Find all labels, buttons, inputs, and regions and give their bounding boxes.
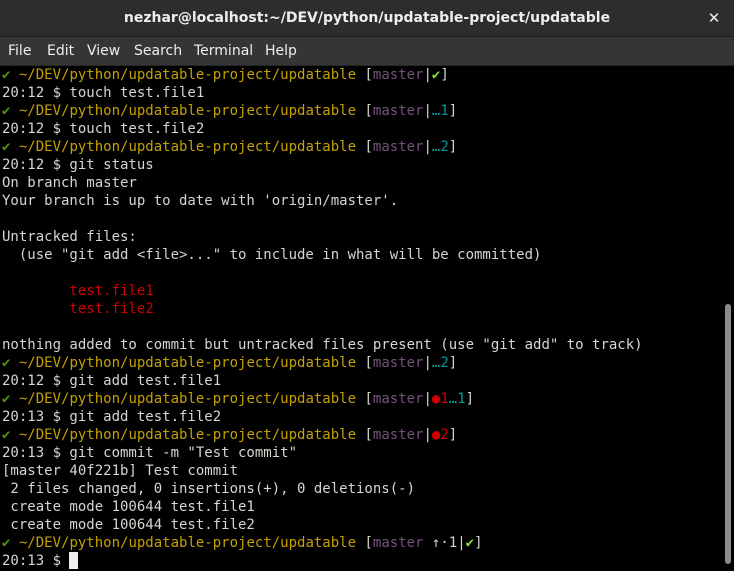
menu-help[interactable]: Help: [265, 37, 297, 65]
command-line: 20:13 $ git commit -m "Test commit": [2, 445, 298, 461]
menu-bar: File Edit View Search Terminal Help: [0, 37, 734, 66]
prompt-line: ✔ ~/DEV/python/updatable-project/updatab…: [2, 391, 475, 407]
command-line: 20:12 $ git add test.file1: [2, 373, 222, 389]
untracked-file: test.file2: [2, 301, 154, 317]
command-line: 20:12 $ touch test.file2: [2, 121, 205, 137]
menu-file[interactable]: File: [8, 37, 31, 65]
prompt-line: ✔ ~/DEV/python/updatable-project/updatab…: [2, 103, 458, 119]
close-icon[interactable]: ✕: [702, 6, 726, 30]
prompt-line: ✔ ~/DEV/python/updatable-project/updatab…: [2, 355, 458, 371]
menu-search[interactable]: Search: [134, 37, 182, 65]
menu-terminal[interactable]: Terminal: [194, 37, 253, 65]
command-line: 20:13 $ git add test.file2: [2, 409, 222, 425]
command-line: 20:12 $ git status: [2, 157, 154, 173]
output-line: create mode 100644 test.file1: [2, 499, 255, 515]
output-line: Your branch is up to date with 'origin/m…: [2, 193, 399, 209]
terminal-output[interactable]: ✔ ~/DEV/python/updatable-project/updatab…: [0, 66, 722, 571]
prompt-line: ✔ ~/DEV/python/updatable-project/updatab…: [2, 427, 458, 443]
output-line: nothing added to commit but untracked fi…: [2, 337, 643, 353]
output-line: [master 40f221b] Test commit: [2, 463, 239, 479]
command-line[interactable]: 20:13 $: [2, 552, 79, 570]
output-line: 2 files changed, 0 insertions(+), 0 dele…: [2, 481, 416, 497]
output-line: (use "git add <file>..." to include in w…: [2, 247, 542, 263]
scrollbar[interactable]: [722, 66, 734, 571]
command-line: 20:12 $ touch test.file1: [2, 85, 205, 101]
window-title: nezhar@localhost:~/DEV/python/updatable-…: [123, 10, 611, 26]
output-line: create mode 100644 test.file2: [2, 517, 255, 533]
output-line: On branch master: [2, 175, 137, 191]
untracked-file: test.file1: [2, 283, 154, 299]
prompt-line: ✔ ~/DEV/python/updatable-project/updatab…: [2, 67, 449, 83]
terminal-window: nezhar@localhost:~/DEV/python/updatable-…: [0, 0, 734, 571]
prompt-line: ✔ ~/DEV/python/updatable-project/updatab…: [2, 139, 458, 155]
text-cursor: [69, 552, 79, 569]
output-line: Untracked files:: [2, 229, 137, 245]
title-bar[interactable]: nezhar@localhost:~/DEV/python/updatable-…: [0, 0, 734, 37]
scrollbar-thumb[interactable]: [725, 304, 731, 564]
prompt-line: ✔ ~/DEV/python/updatable-project/updatab…: [2, 535, 483, 551]
menu-view[interactable]: View: [87, 37, 120, 65]
menu-edit[interactable]: Edit: [47, 37, 74, 65]
